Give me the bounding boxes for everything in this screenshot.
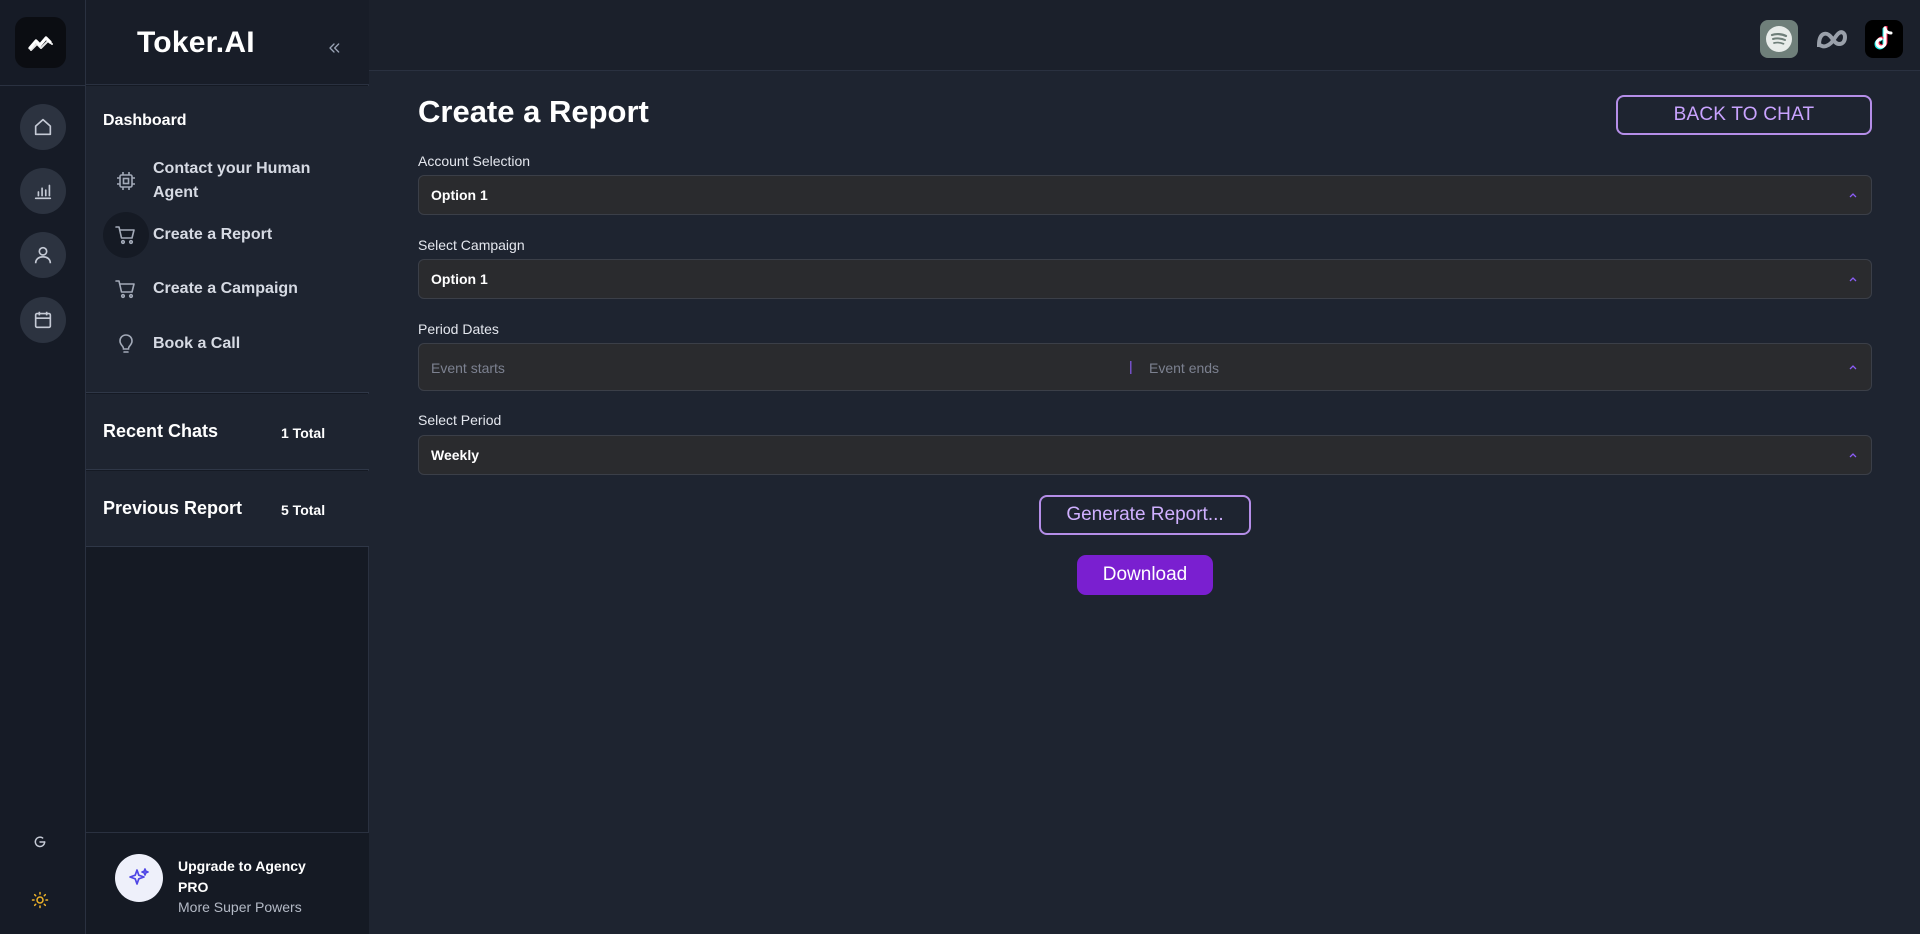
icon-rail bbox=[0, 0, 86, 934]
meta-icon[interactable] bbox=[1813, 20, 1857, 58]
sidebar-item-create-campaign[interactable]: Create a Campaign bbox=[103, 266, 298, 312]
sidebar: Toker.AI Dashboard Contact your Human Ag… bbox=[86, 0, 369, 934]
event-end-input[interactable]: Event ends bbox=[1149, 360, 1219, 376]
cart-icon bbox=[103, 212, 149, 258]
cart-icon bbox=[103, 266, 149, 312]
chip-icon bbox=[103, 158, 149, 204]
chevron-up-icon bbox=[1849, 365, 1857, 370]
select-period-value: Weekly bbox=[431, 447, 479, 463]
chart-icon[interactable] bbox=[20, 168, 66, 214]
sidebar-header: Toker.AI bbox=[86, 0, 369, 85]
upgrade-card[interactable]: Upgrade to Agency PRO More Super Powers bbox=[86, 832, 369, 934]
collapse-icon[interactable] bbox=[326, 38, 342, 60]
sidebar-item-label: Book a Call bbox=[153, 335, 241, 352]
period-dates-picker[interactable]: Event starts | Event ends bbox=[418, 343, 1872, 391]
sparkle-icon bbox=[115, 854, 163, 902]
generate-report-button[interactable]: Generate Report... bbox=[1039, 495, 1251, 535]
top-bar bbox=[369, 0, 1920, 71]
recent-chats-title: Recent Chats bbox=[103, 421, 219, 441]
select-period-select[interactable]: Weekly bbox=[418, 435, 1872, 475]
period-dates-label: Period Dates bbox=[418, 321, 499, 337]
date-separator: | bbox=[1129, 358, 1133, 374]
sun-icon[interactable] bbox=[28, 888, 52, 912]
refresh-icon[interactable] bbox=[28, 830, 52, 854]
sidebar-item-create-report[interactable]: Create a Report bbox=[103, 212, 272, 258]
back-to-chat-button[interactable]: BACK TO CHAT bbox=[1616, 95, 1872, 135]
recent-chats-count: 1 Total bbox=[281, 425, 326, 441]
select-campaign-value: Option 1 bbox=[431, 271, 488, 287]
account-selection-label: Account Selection bbox=[418, 153, 531, 169]
user-icon[interactable] bbox=[20, 232, 66, 278]
event-start-input[interactable]: Event starts bbox=[431, 360, 505, 376]
chevron-up-icon bbox=[1849, 453, 1857, 458]
chevron-up-icon bbox=[1849, 277, 1857, 282]
previous-report-count: 5 Total bbox=[281, 502, 326, 518]
select-campaign-label: Select Campaign bbox=[418, 237, 525, 253]
brand-name: Toker.AI bbox=[137, 26, 255, 59]
sidebar-item-book-call[interactable]: Book a Call bbox=[103, 321, 240, 367]
bulb-icon bbox=[103, 321, 149, 367]
spotify-icon[interactable] bbox=[1760, 20, 1798, 58]
upgrade-subtitle: More Super Powers bbox=[178, 899, 302, 915]
menu-title: Dashboard bbox=[103, 112, 187, 129]
account-selection-select[interactable]: Option 1 bbox=[418, 175, 1872, 215]
sidebar-item-label: Create a Report bbox=[153, 226, 273, 243]
previous-report-section[interactable]: Previous Report 5 Total bbox=[86, 471, 369, 547]
home-icon[interactable] bbox=[20, 104, 66, 150]
chevron-up-icon bbox=[1849, 193, 1857, 198]
select-period-label: Select Period bbox=[418, 412, 502, 428]
rail-divider bbox=[0, 85, 86, 86]
sidebar-item-label: Create a Campaign bbox=[153, 280, 298, 297]
upgrade-title: Upgrade to Agency PRO bbox=[178, 858, 306, 895]
account-selection-value: Option 1 bbox=[431, 187, 488, 203]
dashboard-menu: Dashboard Contact your Human Agent Creat… bbox=[86, 86, 369, 393]
previous-report-title: Previous Report bbox=[103, 498, 243, 518]
tiktok-icon[interactable] bbox=[1865, 20, 1903, 58]
sidebar-item-contact-agent[interactable]: Contact your Human Agent bbox=[103, 157, 323, 205]
recent-chats-section[interactable]: Recent Chats 1 Total bbox=[86, 394, 369, 470]
download-button[interactable]: Download bbox=[1077, 555, 1213, 595]
sidebar-item-label: Contact your Human Agent bbox=[153, 160, 311, 201]
logo-icon[interactable] bbox=[15, 17, 66, 68]
page-title: Create a Report bbox=[418, 94, 649, 129]
select-campaign-select[interactable]: Option 1 bbox=[418, 259, 1872, 299]
calendar-icon[interactable] bbox=[20, 297, 66, 343]
